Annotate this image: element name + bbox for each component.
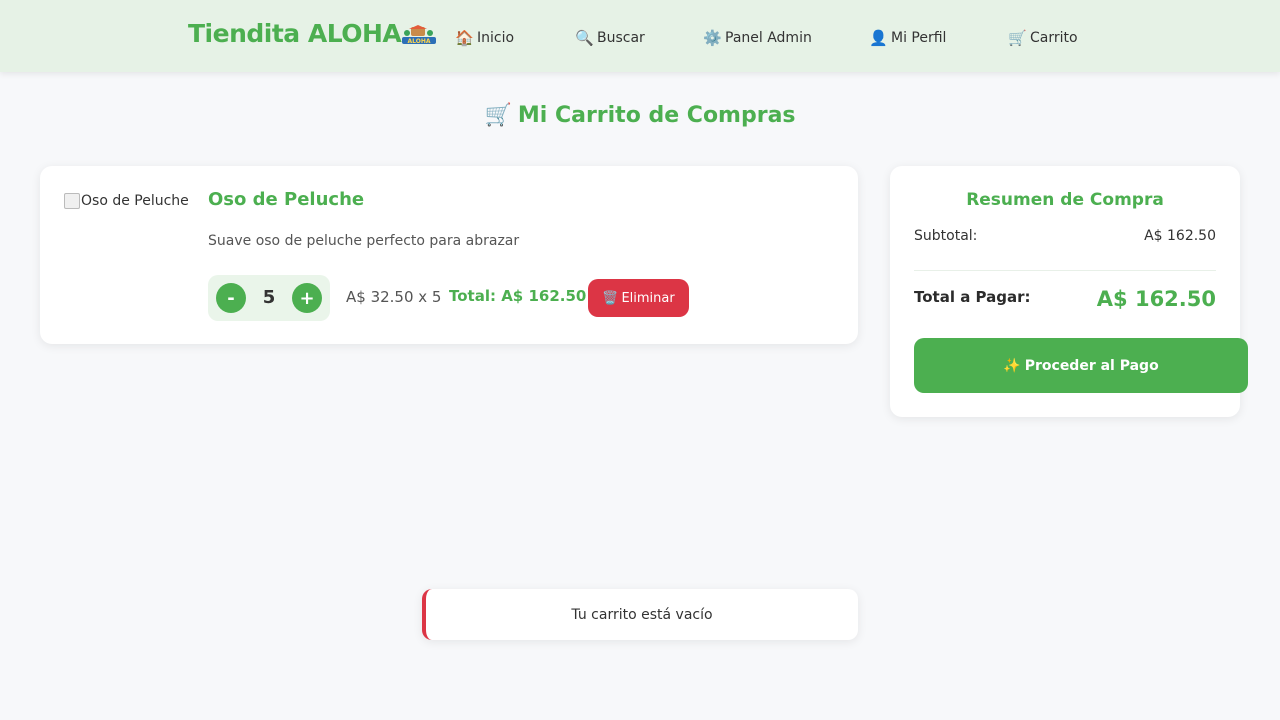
cart-item-card: Oso de Peluche Oso de Peluche Suave oso … [40,166,858,344]
increase-quantity-button[interactable]: + [292,283,322,313]
nav-label: Mi Perfil [891,30,947,46]
nav-carrito[interactable]: 🛒 Carrito [1008,27,1078,49]
search-icon: 🔍 [575,29,594,47]
quantity-value: 5 [262,287,276,308]
checkout-button[interactable]: ✨ Proceder al Pago [914,338,1248,393]
quantity-stepper: - 5 + [208,275,330,321]
line-total: Total: A$ 162.50 [449,287,587,305]
total-value: A$ 162.50 [1096,287,1216,311]
aloha-logo-icon: ALOHA [402,25,436,45]
remove-item-button[interactable]: 🗑️ Eliminar [588,279,689,317]
nav-label: Buscar [597,30,645,46]
product-image-alt: Oso de Peluche [81,193,189,209]
trash-icon: 🗑️ [602,290,619,306]
decrease-quantity-button[interactable]: - [216,283,246,313]
cart-icon: 🛒 [484,103,512,128]
subtotal-label: Subtotal: [914,228,978,244]
product-name: Oso de Peluche [208,189,365,210]
total-label: Total a Pagar: [914,288,1031,306]
summary-divider [914,270,1216,271]
unit-price: A$ 32.50 x 5 [346,288,442,306]
broken-image-icon [64,193,80,209]
brand-title[interactable]: Tiendita ALOHA [188,19,402,48]
product-image: Oso de Peluche [64,191,194,211]
nav-label: Panel Admin [725,30,812,46]
sparkles-icon: ✨ [1003,357,1021,374]
checkout-label: Proceder al Pago [1024,357,1159,374]
subtotal-value: A$ 162.50 [1144,228,1216,244]
user-icon: 👤 [869,29,888,47]
cart-icon: 🛒 [1008,29,1027,47]
nav-label: Inicio [477,30,515,46]
svg-text:ALOHA: ALOHA [407,38,430,45]
nav-mi-perfil[interactable]: 👤 Mi Perfil [869,27,946,49]
home-icon: 🏠 [455,29,474,47]
nav-buscar[interactable]: 🔍 Buscar [575,27,645,49]
summary-title: Resumen de Compra [966,190,1164,210]
top-navbar: Tiendita ALOHA ALOHA 🏠 Inicio 🔍 Buscar ⚙… [0,0,1280,72]
empty-cart-message: Tu carrito está vacío [571,606,713,623]
order-summary-card: Resumen de Compra Subtotal: A$ 162.50 To… [890,166,1248,417]
page-title: 🛒 Mi Carrito de Compras [0,103,1280,128]
product-description: Suave oso de peluche perfecto para abraz… [208,233,520,249]
empty-cart-notice: Tu carrito está vacío [422,589,858,640]
nav-panel-admin[interactable]: ⚙️ Panel Admin [703,27,812,49]
page-title-text: Mi Carrito de Compras [517,103,796,128]
remove-item-label: Eliminar [621,290,675,306]
gear-icon: ⚙️ [703,29,722,47]
nav-inicio[interactable]: 🏠 Inicio [455,27,514,49]
nav-label: Carrito [1030,30,1078,46]
